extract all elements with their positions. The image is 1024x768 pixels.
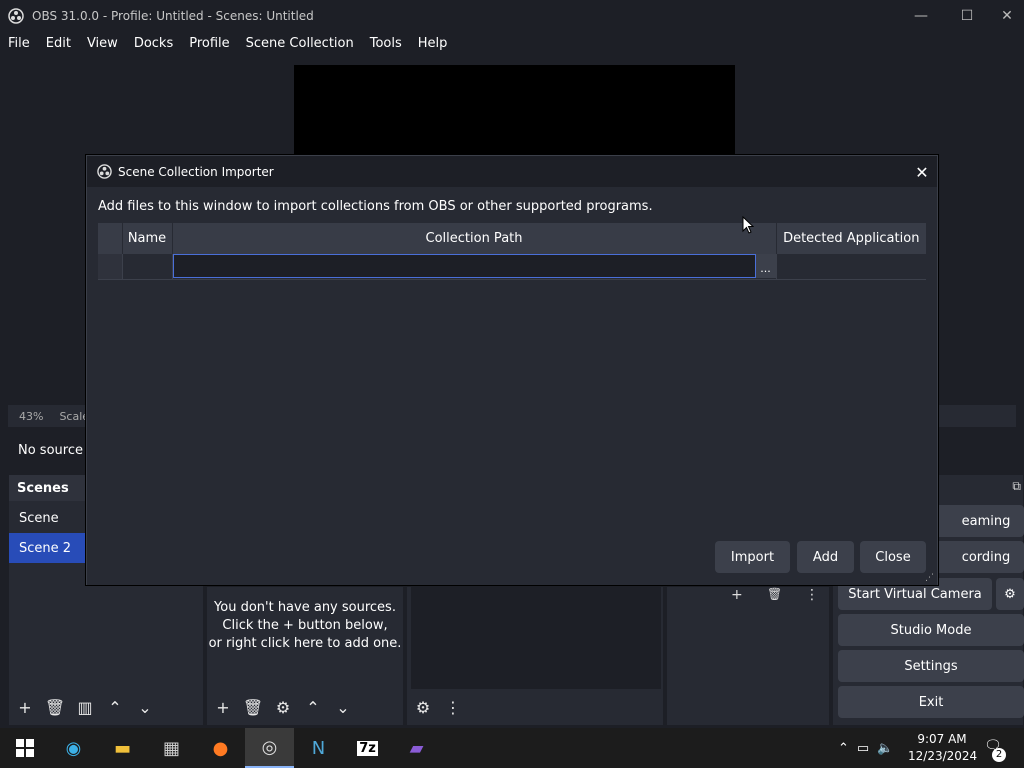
clock-date: 12/23/2024 — [908, 749, 978, 763]
sources-empty-line: You don't have any sources. — [214, 600, 396, 615]
zoom-level: 43% — [19, 409, 44, 423]
menu-bar: File Edit View Docks Profile Scene Colle… — [0, 31, 1024, 56]
virtual-camera-settings-button[interactable]: ⚙ — [996, 578, 1024, 610]
window-title: OBS 31.0.0 - Profile: Untitled - Scenes:… — [32, 8, 314, 23]
move-down-icon[interactable]: ⌄ — [133, 695, 157, 719]
scene-collection-importer-dialog: Scene Collection Importer ✕ Add files to… — [86, 155, 938, 585]
resize-grip-icon[interactable]: ⋰ — [925, 573, 934, 583]
column-header-collection-path[interactable]: Collection Path — [172, 223, 777, 254]
move-up-icon[interactable]: ⌃ — [301, 695, 325, 719]
add-source-icon[interactable]: + — [211, 695, 235, 719]
dialog-description: Add files to this window to import colle… — [98, 199, 653, 214]
scenes-toolbar: + 🗑 ▥ ⌃ ⌄ — [9, 689, 203, 725]
dialog-close-icon[interactable]: ✕ — [911, 161, 933, 183]
move-up-icon[interactable]: ⌃ — [103, 695, 127, 719]
menu-tools[interactable]: Tools — [362, 36, 410, 51]
app-n-icon[interactable]: N — [294, 728, 343, 768]
windows-taskbar: ◉ ▬ ▦ ● ◎ N 7z ▰ ⌃ ▭ 🔈 9:07 AM 12/23/202… — [0, 728, 1024, 768]
exit-button[interactable]: Exit — [838, 686, 1024, 718]
dialog-title-bar: Scene Collection Importer ✕ — [87, 156, 937, 187]
clock[interactable]: 9:07 AM 12/23/2024 — [908, 731, 978, 765]
obs-taskbar-icon[interactable]: ◎ — [245, 728, 294, 768]
menu-help[interactable]: Help — [410, 36, 456, 51]
7zip-icon[interactable]: 7z — [343, 728, 392, 768]
add-scene-icon[interactable]: + — [13, 695, 37, 719]
menu-docks[interactable]: Docks — [126, 36, 181, 51]
start-button[interactable] — [0, 728, 49, 768]
settings-button[interactable]: Settings — [838, 650, 1024, 682]
chevron-up-icon[interactable]: ⌃ — [838, 741, 849, 756]
notification-count-badge: 2 — [992, 748, 1006, 762]
windows-logo-icon — [15, 739, 34, 757]
advanced-audio-icon[interactable]: ⚙ — [411, 695, 435, 719]
title-bar: OBS 31.0.0 - Profile: Untitled - Scenes:… — [0, 0, 1024, 31]
column-header-detected-application[interactable]: Detected Application — [776, 223, 926, 254]
move-down-icon[interactable]: ⌄ — [331, 695, 355, 719]
row-header-corner — [98, 223, 123, 254]
table-header-row: Name Collection Path Detected Applicatio… — [98, 223, 926, 254]
dialog-title: Scene Collection Importer — [118, 164, 274, 179]
collection-path-input[interactable] — [172, 254, 756, 278]
sources-empty-message[interactable]: You don't have any sources. Click the + … — [207, 599, 403, 653]
transition-menu-icon[interactable]: ⋮ — [805, 587, 819, 603]
source-properties-icon[interactable]: ⚙ — [271, 695, 295, 719]
column-header-name[interactable]: Name — [122, 223, 173, 254]
scene-filters-icon[interactable]: ▥ — [73, 695, 97, 719]
sources-toolbar: + 🗑 ⚙ ⌃ ⌄ — [207, 689, 403, 725]
menu-file[interactable]: File — [0, 36, 38, 51]
mixer-toolbar: ⚙ ⋮ — [407, 689, 663, 725]
studio-mode-button[interactable]: Studio Mode — [838, 614, 1024, 646]
mouse-cursor-icon — [742, 216, 754, 234]
remove-transition-icon[interactable]: 🗑 — [767, 587, 782, 601]
row-header[interactable] — [98, 254, 123, 280]
collection-table: Name Collection Path Detected Applicatio… — [98, 223, 926, 280]
sources-empty-line: or right click here to add one. — [208, 636, 402, 651]
name-cell[interactable] — [122, 254, 173, 280]
edge-browser-icon[interactable]: ◉ — [49, 728, 98, 768]
collection-table-area: Name Collection Path Detected Applicatio… — [98, 223, 926, 535]
maximize-button[interactable]: ☐ — [944, 0, 990, 31]
no-source-label: No source s — [18, 442, 94, 458]
system-tray: ⌃ ▭ 🔈 — [838, 728, 893, 768]
import-button[interactable]: Import — [715, 541, 790, 573]
app-purple-icon[interactable]: ▰ — [392, 728, 441, 768]
add-transition-icon[interactable]: + — [731, 587, 743, 603]
transitions-dock: + 🗑 ⋮ — [666, 586, 830, 726]
undock-icon[interactable]: ⧉ — [1012, 479, 1021, 494]
menu-edit[interactable]: Edit — [38, 36, 79, 51]
mixer-menu-icon[interactable]: ⋮ — [441, 695, 465, 719]
obs-logo-icon — [97, 164, 112, 179]
firefox-icon[interactable]: ● — [196, 728, 245, 768]
dialog-body: Add files to this window to import colle… — [87, 187, 937, 585]
add-button[interactable]: Add — [797, 541, 854, 573]
sources-empty-line: Click the + button below, — [222, 618, 388, 633]
system-app-icon[interactable]: ▦ — [147, 728, 196, 768]
menu-scene-collection[interactable]: Scene Collection — [238, 36, 362, 51]
minimize-button[interactable]: — — [898, 0, 944, 31]
obs-logo-icon — [8, 7, 24, 24]
remove-scene-icon[interactable]: 🗑 — [43, 695, 67, 719]
gear-icon: ⚙ — [1004, 586, 1016, 602]
menu-view[interactable]: View — [79, 36, 126, 51]
table-row: ... — [98, 254, 926, 280]
network-icon[interactable]: ▭ — [857, 741, 869, 756]
sources-dock: You don't have any sources. Click the + … — [206, 586, 404, 726]
recording-label: cording — [961, 549, 1011, 565]
volume-icon[interactable]: 🔈 — [877, 741, 893, 756]
streaming-label: eaming — [961, 513, 1011, 529]
virtual-camera-label: Start Virtual Camera — [848, 586, 982, 602]
close-window-button[interactable]: ✕ — [990, 0, 1024, 31]
detected-application-cell — [776, 254, 926, 280]
mixer-area — [411, 587, 661, 695]
file-explorer-icon[interactable]: ▬ — [98, 728, 147, 768]
audio-mixer-dock: ⚙ ⋮ — [406, 586, 664, 726]
remove-source-icon[interactable]: 🗑 — [241, 695, 265, 719]
clock-time: 9:07 AM — [917, 732, 967, 746]
menu-profile[interactable]: Profile — [181, 36, 237, 51]
collection-path-cell: ... — [172, 254, 777, 280]
browse-button[interactable]: ... — [755, 254, 776, 278]
close-button[interactable]: Close — [860, 541, 926, 573]
